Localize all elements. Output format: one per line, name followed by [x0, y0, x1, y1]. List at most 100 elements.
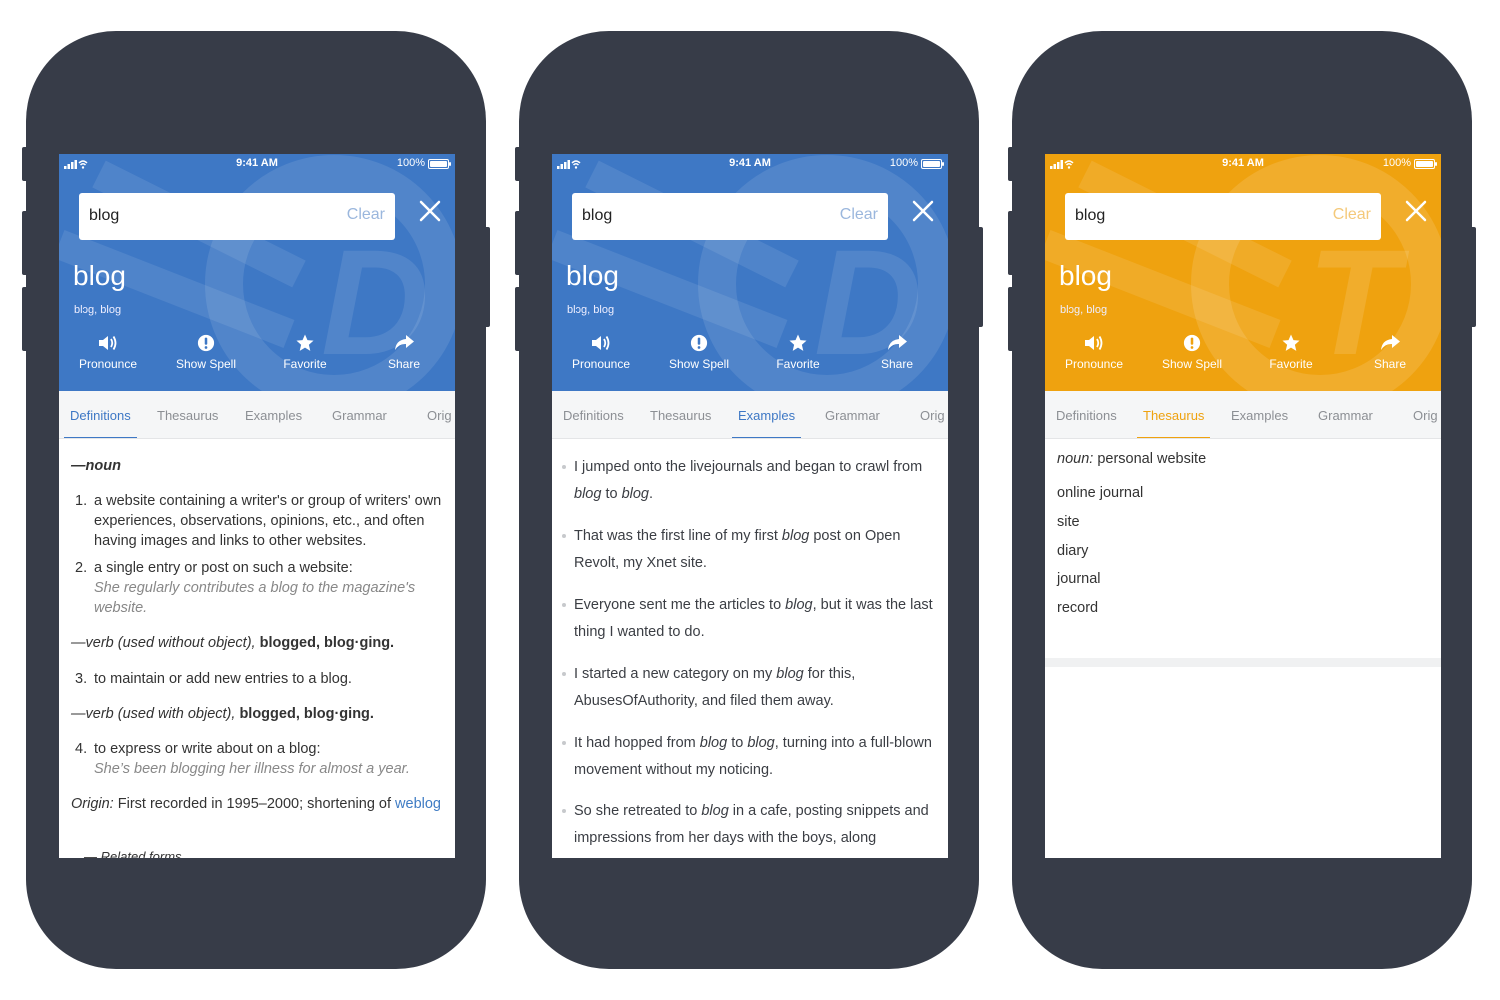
search-input[interactable]: blog Clear: [1065, 193, 1381, 240]
share-arrow-icon: [888, 335, 907, 350]
exclamation-icon: [690, 334, 708, 352]
screen: D 9:41 AM 100% blog Clear blog blɔg, blo…: [552, 154, 948, 858]
clear-button[interactable]: Clear: [840, 206, 878, 224]
tab-definitions[interactable]: Definitions: [563, 408, 624, 423]
pronounce-button[interactable]: Pronounce: [1045, 334, 1143, 371]
definition-number: 2.: [75, 560, 88, 576]
phone-definitions: D 9:41 AM 100% blog Clear blog blɔg, blo…: [22, 31, 490, 969]
part-of-speech-verb-intransitive: —verb (used without object), blogged, bl…: [71, 633, 394, 653]
volume-down-button: [1008, 287, 1014, 351]
example-sentence: Everyone sent me the articles to blog, b…: [562, 592, 934, 646]
example-sentence: So she retreated to blog in a cafe, post…: [562, 798, 934, 852]
pronounce-button[interactable]: Pronounce: [59, 334, 157, 371]
clear-button[interactable]: Clear: [1333, 206, 1371, 224]
mute-switch: [515, 147, 521, 181]
speaker-icon: [99, 336, 117, 350]
mute-switch: [1008, 147, 1014, 181]
origin-text: First recorded in 1995–2000; shortening …: [117, 796, 392, 812]
share-label: Share: [1373, 357, 1407, 371]
speaker-icon: [1085, 336, 1103, 350]
tab-definitions[interactable]: Definitions: [64, 408, 137, 438]
volume-up-button: [22, 211, 28, 275]
tab-definitions[interactable]: Definitions: [1056, 408, 1117, 423]
volume-up-button: [1008, 211, 1014, 275]
definition-text: to express or write about on a blog:: [94, 741, 321, 757]
synonym-item[interactable]: diary: [1057, 543, 1088, 559]
tab-origin[interactable]: Orig: [920, 408, 945, 423]
battery-icon: [1414, 159, 1437, 169]
tab-grammar[interactable]: Grammar: [825, 408, 880, 423]
favorite-label: Favorite: [776, 357, 820, 371]
tab-thesaurus[interactable]: Thesaurus: [1137, 408, 1211, 438]
synonym-item[interactable]: site: [1057, 514, 1080, 530]
part-of-speech-noun: —noun: [71, 458, 121, 474]
search-input[interactable]: blog Clear: [572, 193, 888, 240]
search-query: blog: [1075, 207, 1106, 224]
share-button[interactable]: Share: [355, 334, 453, 371]
definition-text: a website containing a writer's or group…: [94, 493, 442, 549]
definition-example: She regularly contributes a blog to the …: [94, 580, 416, 616]
tab-examples[interactable]: Examples: [245, 408, 302, 423]
tab-thesaurus[interactable]: Thesaurus: [650, 408, 711, 423]
battery-percent: 100%: [396, 157, 425, 169]
favorite-button[interactable]: Favorite: [256, 334, 354, 371]
origin-link[interactable]: weblog: [395, 796, 441, 812]
sense-label: noun:: [1057, 451, 1094, 467]
power-button: [1470, 227, 1476, 327]
section-divider: [1045, 658, 1441, 667]
clock: 9:41 AM: [1222, 157, 1264, 169]
definition-text: to maintain or add new entries to a blog…: [94, 671, 352, 687]
close-icon[interactable]: [1403, 198, 1429, 224]
clear-button[interactable]: Clear: [347, 206, 385, 224]
pronounce-label: Pronounce: [571, 357, 631, 371]
tab-bar: Definitions Thesaurus Examples Grammar O…: [552, 391, 948, 439]
status-bar: 9:41 AM 100%: [552, 154, 948, 174]
pronunciation: blɔg, blog: [74, 304, 122, 316]
phone-examples: D 9:41 AM 100% blog Clear blog blɔg, blo…: [515, 31, 983, 969]
tab-thesaurus[interactable]: Thesaurus: [157, 408, 218, 423]
close-icon[interactable]: [417, 198, 443, 224]
speaker-icon: [592, 336, 610, 350]
header: D 9:41 AM 100% blog Clear blog blɔg, blo…: [59, 154, 455, 391]
power-button: [484, 227, 490, 327]
search-input[interactable]: blog Clear: [79, 193, 395, 240]
clock: 9:41 AM: [236, 157, 278, 169]
tab-grammar[interactable]: Grammar: [332, 408, 387, 423]
tab-examples[interactable]: Examples: [1231, 408, 1288, 423]
tab-examples-label: Examples: [738, 408, 796, 423]
tab-bar: Definitions Thesaurus Examples Grammar O…: [1045, 391, 1441, 439]
verb-forms: blogged, blog·ging.: [259, 635, 395, 651]
synonym-item[interactable]: journal: [1057, 571, 1101, 587]
sense-text: personal website: [1097, 451, 1207, 467]
share-label: Share: [880, 357, 914, 371]
star-icon: [1282, 334, 1300, 351]
volume-up-button: [515, 211, 521, 275]
pronounce-label: Pronounce: [1064, 357, 1124, 371]
origin-label: Origin:: [71, 796, 114, 812]
headword: blog: [1059, 260, 1112, 291]
share-arrow-icon: [395, 335, 414, 350]
tab-grammar[interactable]: Grammar: [1318, 408, 1373, 423]
share-button[interactable]: Share: [848, 334, 946, 371]
show-spell-button[interactable]: Show Spell: [157, 334, 255, 371]
favorite-button[interactable]: Favorite: [1242, 334, 1340, 371]
definition-number: 1.: [75, 493, 88, 509]
header: D 9:41 AM 100% blog Clear blog blɔg, blo…: [552, 154, 948, 391]
show-spell-button[interactable]: Show Spell: [1143, 334, 1241, 371]
thesaurus-panel: noun: personal website online journal si…: [1045, 439, 1441, 858]
tab-definitions-label: Definitions: [70, 408, 131, 423]
show-spell-label: Show Spell: [175, 357, 237, 371]
show-spell-button[interactable]: Show Spell: [650, 334, 748, 371]
tab-origin[interactable]: Orig: [1413, 408, 1438, 423]
exclamation-icon: [1183, 334, 1201, 352]
favorite-button[interactable]: Favorite: [749, 334, 847, 371]
share-button[interactable]: Share: [1341, 334, 1439, 371]
tab-origin[interactable]: Orig: [427, 408, 452, 423]
pronounce-button[interactable]: Pronounce: [552, 334, 650, 371]
synonym-item[interactable]: record: [1057, 600, 1098, 616]
share-label: Share: [387, 357, 421, 371]
synonym-item[interactable]: online journal: [1057, 485, 1143, 501]
tab-examples[interactable]: Examples: [732, 408, 802, 438]
search-query: blog: [582, 207, 613, 224]
close-icon[interactable]: [910, 198, 936, 224]
